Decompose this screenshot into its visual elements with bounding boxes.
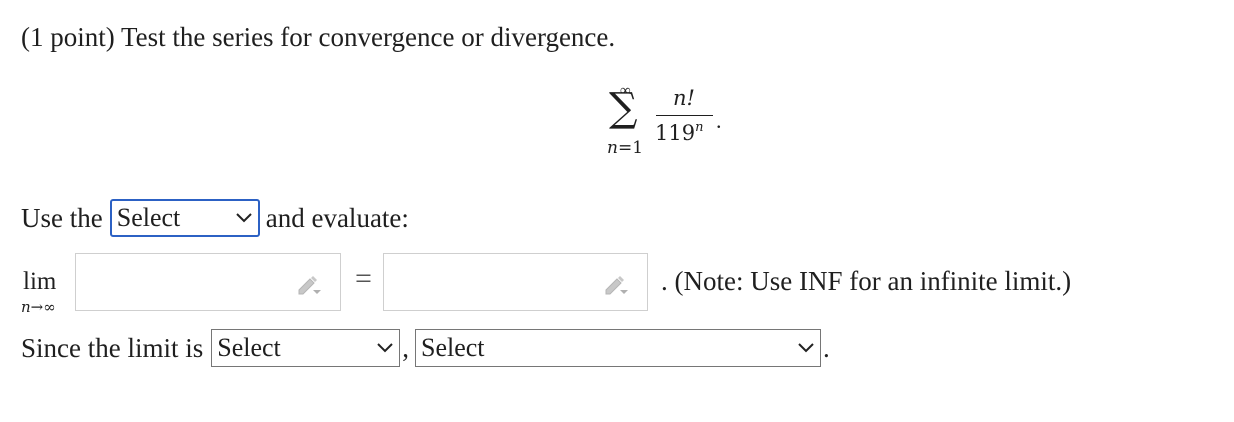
test-select-value: Select <box>116 203 181 232</box>
fraction-denominator: 119n <box>655 120 704 145</box>
series-expression: ∞ ∑ n=1 n! 119n . <box>606 83 736 163</box>
lim-subscript: n→∞ <box>21 298 56 316</box>
chevron-down-icon <box>798 343 814 353</box>
equals-sign: = <box>355 262 372 295</box>
lim-label: lim <box>23 268 57 295</box>
infinite-limit-note: . (Note: Use INF for an infinite limit.) <box>661 266 1072 296</box>
fraction-numerator: n! <box>673 86 695 110</box>
pencil-icon[interactable] <box>296 273 322 295</box>
conclusion-row: Since the limit is Select , Select . <box>21 329 830 367</box>
fraction-bar <box>656 115 713 116</box>
test-selection-row: Use the Select and evaluate: <box>21 199 409 237</box>
pencil-icon[interactable] <box>603 273 629 295</box>
conclusion-period: . <box>823 332 830 363</box>
limit-comparison-value: Select <box>217 333 281 362</box>
and-evaluate-label: and evaluate: <box>265 202 409 233</box>
limit-value-input[interactable] <box>383 253 648 311</box>
comma-label: , <box>402 332 409 363</box>
use-the-label: Use the <box>21 202 103 233</box>
test-select[interactable]: Select <box>109 199 260 237</box>
since-label: Since the limit is <box>21 332 204 363</box>
chevron-down-icon <box>236 213 252 223</box>
chevron-down-icon <box>377 343 393 353</box>
conclusion-select[interactable]: Select <box>415 329 821 367</box>
limit-comparison-select[interactable]: Select <box>211 329 401 367</box>
problem-prompt: (1 point) Test the series for convergenc… <box>21 22 616 52</box>
conclusion-value: Select <box>421 333 485 362</box>
sigma-symbol: ∑ <box>609 85 638 131</box>
limit-expression-input[interactable] <box>75 253 341 311</box>
sum-lower-limit: n=1 <box>607 138 644 158</box>
series-period: . <box>716 108 722 133</box>
